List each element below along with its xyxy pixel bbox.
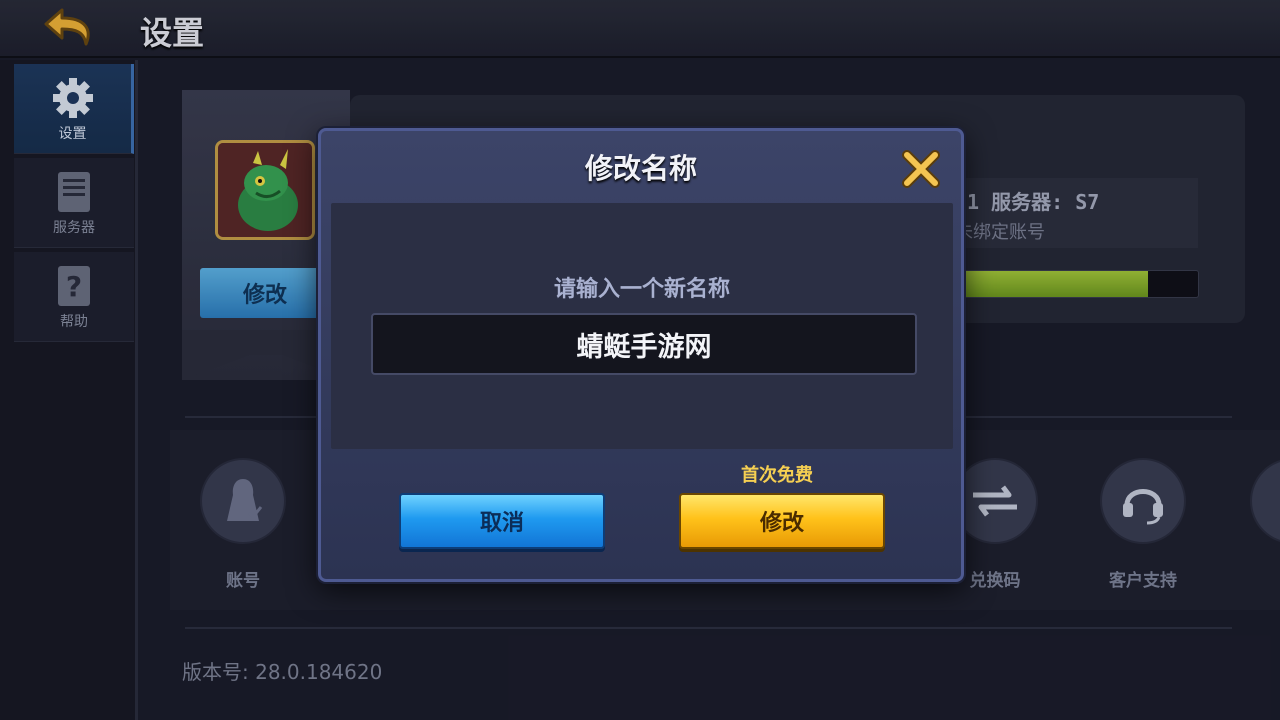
rename-dialog: 修改名称 请输入一个新名称 首次免费 取消 修改: [318, 128, 964, 582]
dialog-content: 请输入一个新名称: [331, 203, 953, 449]
cancel-button[interactable]: 取消: [399, 493, 605, 549]
rename-prompt: 请输入一个新名称: [553, 277, 730, 302]
confirm-rename-button[interactable]: 修改: [679, 493, 885, 549]
first-free-note: 首次免费: [741, 465, 813, 486]
dialog-title: 修改名称: [584, 152, 697, 185]
new-name-input[interactable]: [371, 313, 917, 375]
close-icon: [902, 150, 940, 188]
close-button[interactable]: [899, 147, 943, 191]
